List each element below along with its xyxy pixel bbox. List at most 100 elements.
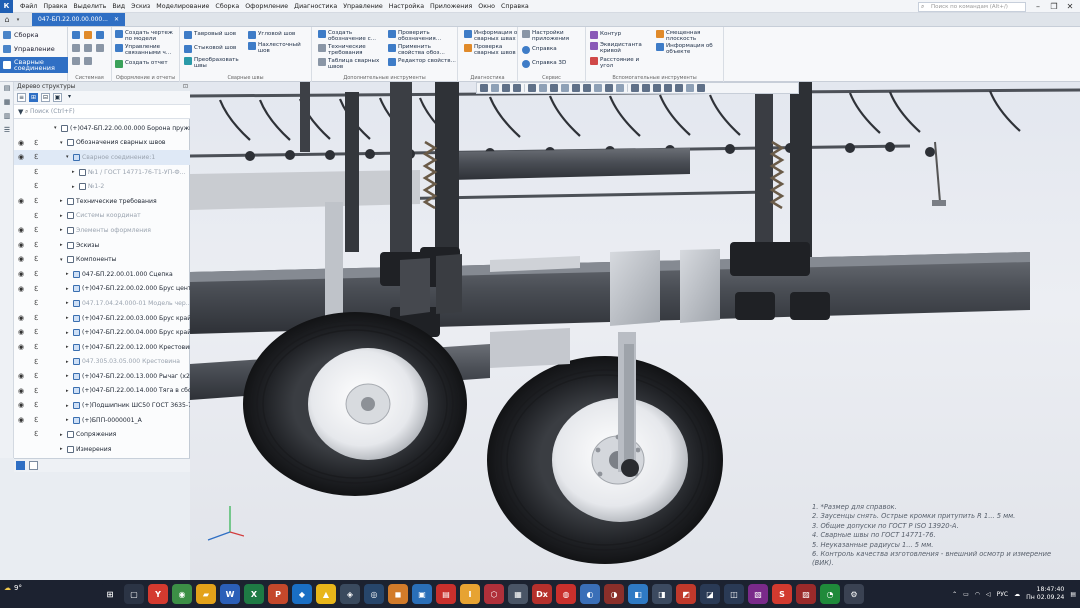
app-icon[interactable]: ▣ <box>412 584 432 604</box>
tree-item[interactable]: ▸ Измерения <box>14 442 190 457</box>
menu-diagnostics[interactable]: Диагностика <box>291 3 340 10</box>
3d-viewport[interactable]: 1. *Размер для справок. 2. Заусенцы снят… <box>190 82 1080 580</box>
minimize-icon[interactable]: – <box>1030 0 1046 13</box>
chevron-icon[interactable]: ▸ <box>72 184 77 190</box>
chevron-icon[interactable]: ▾ <box>60 140 65 146</box>
eye-icon[interactable]: ◉ <box>18 139 26 146</box>
link-icon[interactable]: ℇ <box>34 255 38 263</box>
tree-item[interactable]: ◉ ℇ ▸ (+)047-БП.22.00.04.000 Брус крайн... <box>14 325 190 340</box>
whatsapp-icon[interactable]: ◔ <box>820 584 840 604</box>
close-icon[interactable]: ✕ <box>1062 0 1078 13</box>
mode-welds[interactable]: Сварные соединения <box>0 57 68 73</box>
menu-file[interactable]: Файл <box>17 3 40 10</box>
cloud-icon[interactable]: ☁ <box>1014 591 1020 598</box>
link-icon[interactable]: ℇ <box>34 401 38 409</box>
weld-table-button[interactable]: Таблица сварных швов <box>318 58 384 70</box>
eye-icon[interactable]: ◉ <box>18 197 26 204</box>
pin-icon[interactable]: ⊡ <box>183 82 188 91</box>
apply-properties-button[interactable]: Применить свойства обоз... <box>388 44 458 56</box>
clock[interactable]: 18:47:40 Пн 02.09.24 <box>1026 586 1064 602</box>
lap-weld-button[interactable]: Нахлесточный шов <box>248 42 306 54</box>
chevron-icon[interactable]: ▸ <box>66 271 71 277</box>
menu-applications[interactable]: Приложения <box>427 3 475 10</box>
visibility-icon[interactable] <box>583 84 591 92</box>
eye-icon[interactable]: ◉ <box>18 373 26 380</box>
visibility-dropdown-icon[interactable] <box>594 84 602 92</box>
eye-icon[interactable]: ◉ <box>18 154 26 161</box>
cut-icon[interactable] <box>84 44 92 52</box>
tree-expand-icon[interactable]: ⊟ <box>41 93 50 102</box>
start-icon[interactable]: ⊞ <box>100 584 120 604</box>
chevron-icon[interactable]: ▸ <box>60 446 65 452</box>
tree-search-input[interactable]: ▼ ⌕ Поиск (Ctrl+F) <box>14 105 190 119</box>
app-icon[interactable]: ⬡ <box>484 584 504 604</box>
volume-icon[interactable]: ◁ <box>986 591 991 598</box>
undo-icon[interactable] <box>72 57 80 65</box>
check-designations-button[interactable]: Проверить обозначения... <box>388 30 458 42</box>
rotate-icon[interactable] <box>513 84 521 92</box>
mode-management[interactable]: Управление <box>0 43 68 55</box>
menu-view[interactable]: Вид <box>109 3 128 10</box>
menu-edit[interactable]: Правка <box>40 3 70 10</box>
command-search-input[interactable]: ⌕ Поиск по командам (Alt+/) <box>918 2 1026 12</box>
weld-check-button[interactable]: Проверка сварных швов <box>464 44 520 56</box>
tree-item[interactable]: ▾ (+)047-БП.22.00.00.000 Борона пружи... <box>14 121 190 136</box>
chevron-icon[interactable]: ▸ <box>66 373 71 379</box>
eye-icon[interactable]: ◉ <box>18 256 26 263</box>
link-icon[interactable]: ℇ <box>34 182 38 190</box>
chevron-icon[interactable]: ▸ <box>66 403 71 409</box>
tree-item[interactable]: ◉ ℇ ▸ (+)Подшипник ШС50 ГОСТ 3635-7... <box>14 398 190 413</box>
app-icon[interactable]: ◼ <box>388 584 408 604</box>
tree-item[interactable]: ◉ ℇ ▾ Сварное соединение:1 <box>14 150 190 165</box>
menu-window[interactable]: Окно <box>475 3 498 10</box>
chevron-icon[interactable]: ▸ <box>66 417 71 423</box>
linked-drawings-button[interactable]: Управление связанными ч... <box>115 44 177 56</box>
tree-structure-icon[interactable]: ⊞ <box>29 93 38 102</box>
new-icon[interactable] <box>72 31 80 39</box>
copy-view-icon[interactable] <box>642 84 650 92</box>
app-icon[interactable]: ◨ <box>652 584 672 604</box>
link-icon[interactable]: ℇ <box>34 153 38 161</box>
properties-tab-icon[interactable]: ▦ <box>3 98 11 106</box>
tree-item[interactable]: ◉ ℇ ▸ Элементы оформления <box>14 223 190 238</box>
tree-list-icon[interactable]: ≡ <box>17 93 26 102</box>
document-tab[interactable]: 047-БП.22.00.00.000... ✕ <box>32 13 125 26</box>
app-icon[interactable]: ⚙ <box>844 584 864 604</box>
butt-weld-button[interactable]: Стыковой шов <box>184 45 236 53</box>
eye-icon[interactable]: ◉ <box>18 270 26 277</box>
dx-icon[interactable]: Dx <box>532 584 552 604</box>
app-icon[interactable]: ◪ <box>700 584 720 604</box>
save-icon[interactable] <box>96 31 104 39</box>
app-icon[interactable]: ▨ <box>796 584 816 604</box>
orientation-icon[interactable] <box>528 84 536 92</box>
link-icon[interactable]: ℇ <box>34 168 38 176</box>
tree-options-icon[interactable]: ▾ <box>65 93 74 102</box>
chevron-down-icon[interactable]: ▾ <box>14 13 22 26</box>
chevron-icon[interactable]: ▸ <box>66 344 71 350</box>
eye-icon[interactable]: ◉ <box>18 387 26 394</box>
app-icon[interactable]: ◍ <box>556 584 576 604</box>
app-icon[interactable]: ◈ <box>340 584 360 604</box>
app-icon[interactable]: ◆ <box>292 584 312 604</box>
app-icon[interactable]: ▤ <box>436 584 456 604</box>
tree-item[interactable]: ◉ ℇ ▸ (+)047-БП.22.00.02.000 Брус центр... <box>14 282 190 297</box>
link-icon[interactable]: ℇ <box>34 139 38 147</box>
copy-icon[interactable] <box>96 44 104 52</box>
link-icon[interactable]: ℇ <box>34 343 38 351</box>
app-icon[interactable]: ◐ <box>580 584 600 604</box>
help-3d-button[interactable]: Справка 3D <box>522 60 566 68</box>
chevron-icon[interactable]: ▸ <box>66 330 71 336</box>
chevron-icon[interactable]: ▸ <box>60 213 65 219</box>
link-icon[interactable]: ℇ <box>34 328 38 336</box>
tree-item[interactable]: ◉ ℇ ▸ (+)047-БП.22.00.12.000 Крестовина... <box>14 340 190 355</box>
object-info-button[interactable]: Информация об объекте <box>656 43 720 55</box>
weather-widget[interactable]: ☁ 9° <box>4 584 22 592</box>
home-icon[interactable]: ⌂ <box>0 13 14 26</box>
chevron-icon[interactable]: ▸ <box>66 359 71 365</box>
chevron-icon[interactable]: ▸ <box>72 169 77 175</box>
magic-select-icon[interactable] <box>697 84 705 92</box>
selection-dropdown-icon[interactable] <box>686 84 694 92</box>
chevron-icon[interactable]: ▸ <box>66 286 71 292</box>
chevron-icon[interactable]: ▸ <box>60 432 65 438</box>
tee-weld-button[interactable]: Тавровый шов <box>184 31 236 39</box>
